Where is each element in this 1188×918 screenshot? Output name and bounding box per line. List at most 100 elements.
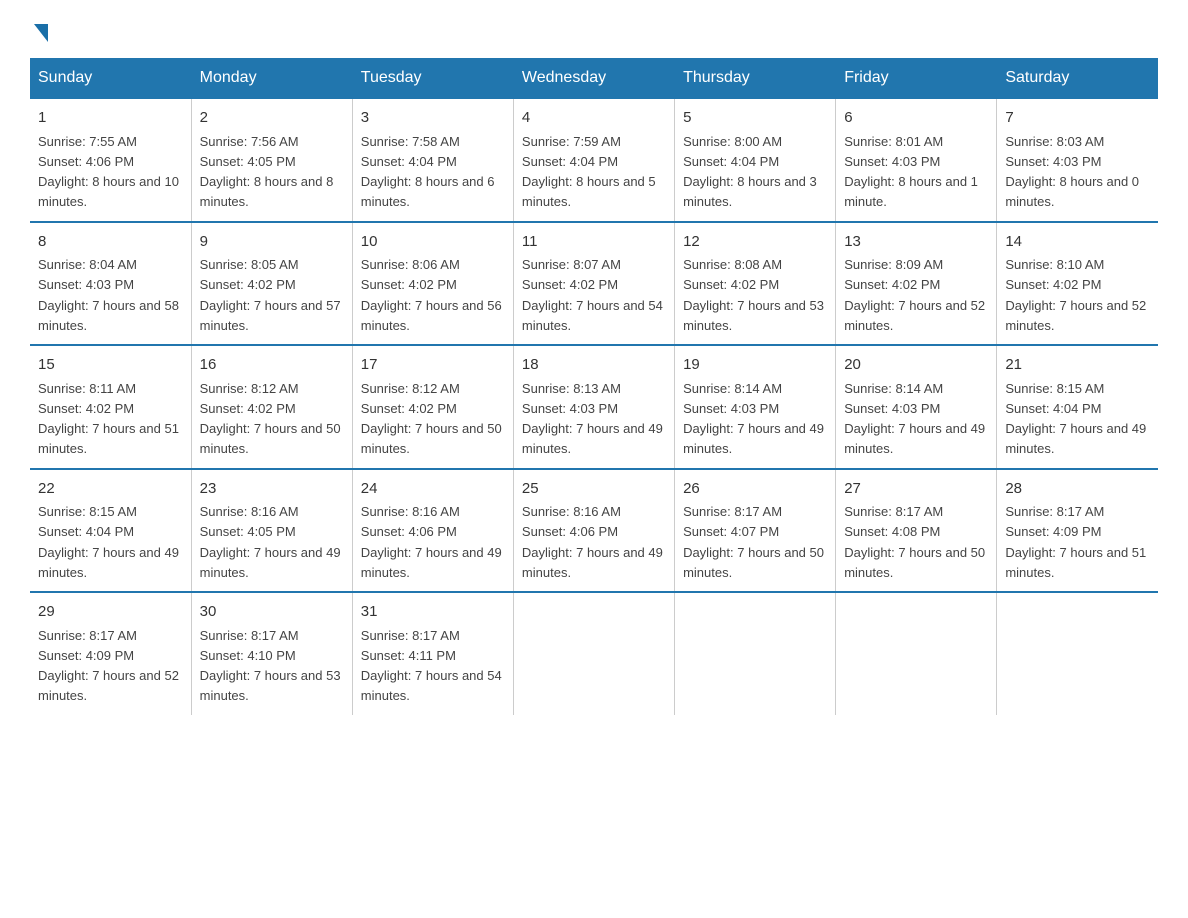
day-number: 24 bbox=[361, 478, 505, 501]
calendar-cell: 26 Sunrise: 8:17 AMSunset: 4:07 PMDayligh… bbox=[675, 469, 836, 593]
day-number: 7 bbox=[1005, 107, 1150, 130]
calendar-cell bbox=[675, 592, 836, 715]
weekday-header-sunday: Sunday bbox=[30, 59, 191, 99]
day-info: Sunrise: 8:08 AMSunset: 4:02 PMDaylight:… bbox=[683, 257, 824, 333]
day-info: Sunrise: 8:17 AMSunset: 4:09 PMDaylight:… bbox=[1005, 504, 1146, 580]
day-info: Sunrise: 8:13 AMSunset: 4:03 PMDaylight:… bbox=[522, 381, 663, 457]
day-info: Sunrise: 7:55 AMSunset: 4:06 PMDaylight:… bbox=[38, 134, 179, 210]
day-info: Sunrise: 8:16 AMSunset: 4:05 PMDaylight:… bbox=[200, 504, 341, 580]
week-row-4: 22Sunrise: 8:15 AMSunset: 4:04 PMDayligh… bbox=[30, 469, 1158, 593]
day-number: 11 bbox=[522, 231, 666, 254]
day-info: Sunrise: 8:17 AMSunset: 4:07 PMDaylight:… bbox=[683, 504, 824, 580]
day-info: Sunrise: 7:56 AMSunset: 4:05 PMDaylight:… bbox=[200, 134, 334, 210]
calendar-cell: 16Sunrise: 8:12 AMSunset: 4:02 PMDayligh… bbox=[191, 345, 352, 469]
day-info: Sunrise: 8:17 AMSunset: 4:11 PMDaylight:… bbox=[361, 628, 502, 704]
day-info: Sunrise: 8:17 AMSunset: 4:10 PMDaylight:… bbox=[200, 628, 341, 704]
day-number: 2 bbox=[200, 107, 344, 130]
calendar-cell: 4Sunrise: 7:59 AMSunset: 4:04 PMDaylight… bbox=[513, 98, 674, 222]
day-number: 21 bbox=[1005, 354, 1150, 377]
day-info: Sunrise: 8:06 AMSunset: 4:02 PMDaylight:… bbox=[361, 257, 502, 333]
day-info: Sunrise: 8:15 AMSunset: 4:04 PMDaylight:… bbox=[1005, 381, 1146, 457]
week-row-3: 15 Sunrise: 8:11 AMSunset: 4:02 PMDayligh… bbox=[30, 345, 1158, 469]
day-info: Sunrise: 8:05 AMSunset: 4:02 PMDaylight:… bbox=[200, 257, 341, 333]
calendar-cell: 21 Sunrise: 8:15 AMSunset: 4:04 PMDayligh… bbox=[997, 345, 1158, 469]
weekday-header-tuesday: Tuesday bbox=[352, 59, 513, 99]
calendar-cell: 19 Sunrise: 8:14 AMSunset: 4:03 PMDayligh… bbox=[675, 345, 836, 469]
calendar-cell: 5 Sunrise: 8:00 AMSunset: 4:04 PMDaylight… bbox=[675, 98, 836, 222]
calendar-cell bbox=[836, 592, 997, 715]
day-number: 27 bbox=[844, 478, 988, 501]
day-number: 8 bbox=[38, 231, 183, 254]
day-number: 4 bbox=[522, 107, 666, 130]
day-number: 19 bbox=[683, 354, 827, 377]
calendar-cell: 6 Sunrise: 8:01 AMSunset: 4:03 PMDaylight… bbox=[836, 98, 997, 222]
calendar-cell: 30 Sunrise: 8:17 AMSunset: 4:10 PMDayligh… bbox=[191, 592, 352, 715]
day-info: Sunrise: 8:17 AMSunset: 4:09 PMDaylight:… bbox=[38, 628, 179, 704]
day-number: 14 bbox=[1005, 231, 1150, 254]
weekday-header-wednesday: Wednesday bbox=[513, 59, 674, 99]
day-number: 20 bbox=[844, 354, 988, 377]
weekday-header-friday: Friday bbox=[836, 59, 997, 99]
day-info: Sunrise: 8:15 AMSunset: 4:04 PMDaylight:… bbox=[38, 504, 179, 580]
day-number: 6 bbox=[844, 107, 988, 130]
day-info: Sunrise: 8:14 AMSunset: 4:03 PMDaylight:… bbox=[844, 381, 985, 457]
day-number: 12 bbox=[683, 231, 827, 254]
calendar-cell: 24 Sunrise: 8:16 AMSunset: 4:06 PMDayligh… bbox=[352, 469, 513, 593]
day-number: 31 bbox=[361, 601, 505, 624]
calendar-cell: 2 Sunrise: 7:56 AMSunset: 4:05 PMDaylight… bbox=[191, 98, 352, 222]
calendar-cell: 1 Sunrise: 7:55 AMSunset: 4:06 PMDaylight… bbox=[30, 98, 191, 222]
calendar-cell: 22Sunrise: 8:15 AMSunset: 4:04 PMDayligh… bbox=[30, 469, 191, 593]
calendar-cell: 9 Sunrise: 8:05 AMSunset: 4:02 PMDaylight… bbox=[191, 222, 352, 346]
day-info: Sunrise: 8:03 AMSunset: 4:03 PMDaylight:… bbox=[1005, 134, 1139, 210]
week-row-2: 8 Sunrise: 8:04 AMSunset: 4:03 PMDaylight… bbox=[30, 222, 1158, 346]
calendar-cell: 18 Sunrise: 8:13 AMSunset: 4:03 PMDayligh… bbox=[513, 345, 674, 469]
day-info: Sunrise: 8:14 AMSunset: 4:03 PMDaylight:… bbox=[683, 381, 824, 457]
calendar-cell: 3Sunrise: 7:58 AMSunset: 4:04 PMDaylight… bbox=[352, 98, 513, 222]
calendar-cell: 20 Sunrise: 8:14 AMSunset: 4:03 PMDayligh… bbox=[836, 345, 997, 469]
day-info: Sunrise: 8:10 AMSunset: 4:02 PMDaylight:… bbox=[1005, 257, 1146, 333]
day-number: 13 bbox=[844, 231, 988, 254]
day-info: Sunrise: 8:16 AMSunset: 4:06 PMDaylight:… bbox=[522, 504, 663, 580]
calendar-cell: 27 Sunrise: 8:17 AMSunset: 4:08 PMDayligh… bbox=[836, 469, 997, 593]
weekday-header-monday: Monday bbox=[191, 59, 352, 99]
weekday-header-thursday: Thursday bbox=[675, 59, 836, 99]
calendar-cell: 31 Sunrise: 8:17 AMSunset: 4:11 PMDayligh… bbox=[352, 592, 513, 715]
weekday-header-row: SundayMondayTuesdayWednesdayThursdayFrid… bbox=[30, 59, 1158, 99]
page-header bbox=[30, 20, 1158, 38]
logo bbox=[30, 20, 48, 38]
calendar-cell: 25Sunrise: 8:16 AMSunset: 4:06 PMDayligh… bbox=[513, 469, 674, 593]
day-info: Sunrise: 8:04 AMSunset: 4:03 PMDaylight:… bbox=[38, 257, 179, 333]
calendar-cell: 17Sunrise: 8:12 AMSunset: 4:02 PMDayligh… bbox=[352, 345, 513, 469]
day-info: Sunrise: 8:11 AMSunset: 4:02 PMDaylight:… bbox=[38, 381, 179, 457]
day-number: 18 bbox=[522, 354, 666, 377]
calendar-cell: 12 Sunrise: 8:08 AMSunset: 4:02 PMDayligh… bbox=[675, 222, 836, 346]
day-info: Sunrise: 8:16 AMSunset: 4:06 PMDaylight:… bbox=[361, 504, 502, 580]
calendar-cell: 29Sunrise: 8:17 AMSunset: 4:09 PMDayligh… bbox=[30, 592, 191, 715]
day-info: Sunrise: 8:00 AMSunset: 4:04 PMDaylight:… bbox=[683, 134, 817, 210]
day-number: 9 bbox=[200, 231, 344, 254]
calendar-cell: 13 Sunrise: 8:09 AMSunset: 4:02 PMDayligh… bbox=[836, 222, 997, 346]
week-row-1: 1 Sunrise: 7:55 AMSunset: 4:06 PMDaylight… bbox=[30, 98, 1158, 222]
calendar-cell bbox=[997, 592, 1158, 715]
day-info: Sunrise: 8:17 AMSunset: 4:08 PMDaylight:… bbox=[844, 504, 985, 580]
day-number: 1 bbox=[38, 107, 183, 130]
day-number: 15 bbox=[38, 354, 183, 377]
day-number: 23 bbox=[200, 478, 344, 501]
day-number: 3 bbox=[361, 107, 505, 130]
day-number: 10 bbox=[361, 231, 505, 254]
calendar-cell: 11 Sunrise: 8:07 AMSunset: 4:02 PMDayligh… bbox=[513, 222, 674, 346]
day-info: Sunrise: 8:07 AMSunset: 4:02 PMDaylight:… bbox=[522, 257, 663, 333]
calendar-cell bbox=[513, 592, 674, 715]
day-info: Sunrise: 8:12 AMSunset: 4:02 PMDaylight:… bbox=[361, 381, 502, 457]
day-number: 26 bbox=[683, 478, 827, 501]
day-info: Sunrise: 8:01 AMSunset: 4:03 PMDaylight:… bbox=[844, 134, 978, 210]
week-row-5: 29Sunrise: 8:17 AMSunset: 4:09 PMDayligh… bbox=[30, 592, 1158, 715]
day-info: Sunrise: 8:09 AMSunset: 4:02 PMDaylight:… bbox=[844, 257, 985, 333]
logo-arrow-icon bbox=[34, 24, 48, 42]
day-number: 16 bbox=[200, 354, 344, 377]
calendar-cell: 7 Sunrise: 8:03 AMSunset: 4:03 PMDaylight… bbox=[997, 98, 1158, 222]
day-number: 5 bbox=[683, 107, 827, 130]
weekday-header-saturday: Saturday bbox=[997, 59, 1158, 99]
calendar-cell: 14 Sunrise: 8:10 AMSunset: 4:02 PMDayligh… bbox=[997, 222, 1158, 346]
day-number: 30 bbox=[200, 601, 344, 624]
